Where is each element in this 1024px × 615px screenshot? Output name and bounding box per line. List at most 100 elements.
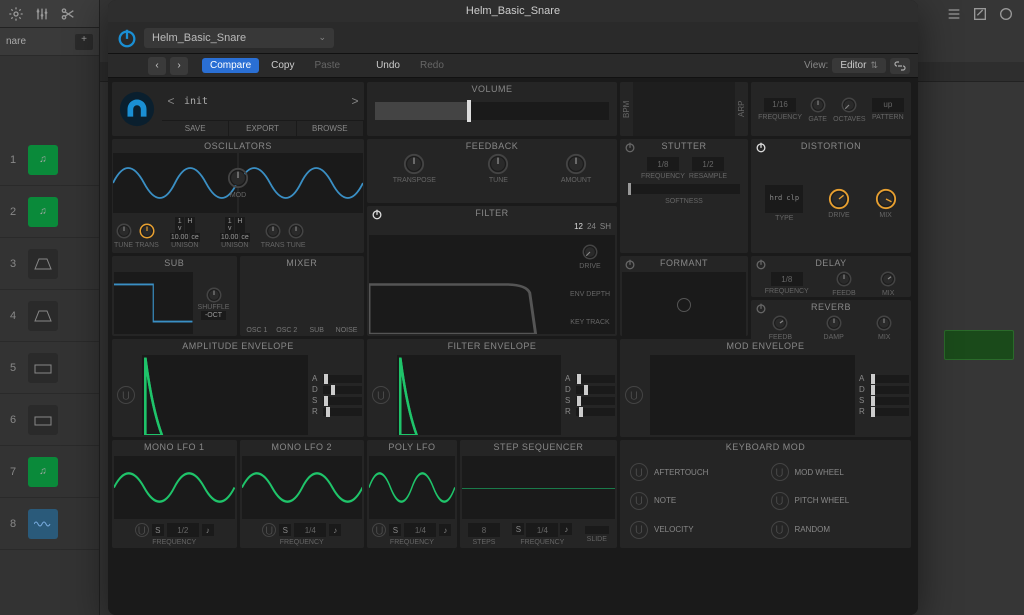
power-icon[interactable]	[116, 27, 138, 49]
mod-env-graph[interactable]	[650, 355, 855, 435]
osc1-trans-knob[interactable]	[138, 222, 156, 240]
preset-name-display[interactable]: init	[180, 96, 346, 107]
arp-rate[interactable]: 1/16	[764, 98, 796, 112]
prev-preset-button[interactable]: ‹	[148, 57, 166, 75]
seq-slide-slider[interactable]	[585, 526, 609, 534]
filt-attack-slider[interactable]	[576, 375, 615, 383]
volume-slider[interactable]	[375, 102, 609, 120]
osc1-wave-display[interactable]	[113, 153, 237, 213]
window-titlebar[interactable]: Helm_Basic_Snare	[108, 0, 918, 22]
formant-xy-pad[interactable]	[622, 272, 746, 336]
polylfo-note-icon[interactable]: ♪	[439, 524, 451, 536]
paste-button[interactable]: Paste	[307, 58, 349, 73]
filt-sustain-slider[interactable]	[576, 397, 615, 405]
reverb-power-icon[interactable]	[755, 302, 767, 314]
next-preset-button[interactable]: ›	[170, 57, 188, 75]
filt-env-graph[interactable]	[397, 355, 561, 435]
seq-note-icon[interactable]: ♪	[560, 523, 572, 535]
modwheel-mod-source[interactable]: ⋃	[771, 463, 789, 481]
lfo1-note-icon[interactable]: ♪	[202, 524, 214, 536]
osc2-trans-knob[interactable]	[264, 222, 282, 240]
track-row[interactable]: 7♫	[0, 446, 99, 498]
polylfo-sync-button[interactable]: S	[389, 524, 401, 536]
filt-release-slider[interactable]	[576, 408, 615, 416]
polylfo-rate[interactable]: 1/4	[404, 523, 436, 537]
delay-feedb-knob[interactable]	[835, 270, 853, 288]
filter-envdepth-slider[interactable]	[575, 281, 605, 289]
note-mod-source[interactable]: ⋃	[630, 492, 648, 510]
mod-env-mod-source[interactable]: ⋃	[625, 386, 643, 404]
track-row[interactable]: 6	[0, 394, 99, 446]
formant-power-icon[interactable]	[624, 258, 636, 270]
random-mod-source[interactable]: ⋃	[771, 521, 789, 539]
amp-env-graph[interactable]	[142, 355, 308, 435]
filter-type-selector[interactable]: 12 24 SH	[367, 220, 617, 233]
stutter-freq-rate[interactable]: 1/8	[647, 157, 679, 171]
distortion-type[interactable]: hrd clp	[765, 185, 803, 213]
add-track-button[interactable]: +	[75, 34, 93, 50]
velocity-mod-source[interactable]: ⋃	[630, 521, 648, 539]
polylfo-mod-source[interactable]: ⋃	[372, 523, 386, 537]
reverb-damp-knob[interactable]	[825, 314, 843, 332]
seq-graph[interactable]	[462, 456, 615, 519]
save-button[interactable]: SAVE	[162, 121, 229, 136]
osc1-unison[interactable]: 1 vH 10.00ce UNISON	[161, 217, 209, 249]
delay-power-icon[interactable]	[755, 258, 767, 270]
preset-dropdown[interactable]: Helm_Basic_Snare ⌄	[144, 28, 334, 48]
amp-attack-slider[interactable]	[323, 375, 362, 383]
link-button[interactable]	[890, 58, 910, 74]
fb-amount-knob[interactable]	[565, 153, 587, 175]
amp-sustain-slider[interactable]	[323, 397, 362, 405]
osc1-tune-knob[interactable]	[115, 222, 133, 240]
distortion-mix-knob[interactable]	[875, 188, 897, 210]
fb-tune-knob[interactable]	[487, 153, 509, 175]
lfo2-mod-source[interactable]: ⋃	[262, 523, 276, 537]
filt-decay-slider[interactable]	[576, 386, 615, 394]
view-dropdown[interactable]: Editor⇅	[832, 58, 886, 73]
osc-mod-knob[interactable]	[227, 167, 249, 189]
redo-button[interactable]: Redo	[412, 58, 452, 73]
loop-icon[interactable]	[998, 6, 1014, 22]
mod-decay-slider[interactable]	[870, 386, 909, 394]
midi-region[interactable]	[944, 330, 1014, 360]
lfo1-rate[interactable]: 1/2	[167, 523, 199, 537]
sub-oct-button[interactable]: -OCT	[201, 311, 226, 320]
scissors-icon[interactable]	[60, 6, 76, 22]
amp-env-mod-source[interactable]: ⋃	[117, 386, 135, 404]
track-row[interactable]: 3	[0, 238, 99, 290]
track-row[interactable]: 2♫	[0, 186, 99, 238]
amp-decay-slider[interactable]	[323, 386, 362, 394]
mod-sustain-slider[interactable]	[870, 397, 909, 405]
edit-icon[interactable]	[972, 6, 988, 22]
arp-octaves-knob[interactable]	[840, 96, 858, 114]
mod-release-slider[interactable]	[870, 408, 909, 416]
lfo2-rate[interactable]: 1/4	[294, 523, 326, 537]
browse-button[interactable]: BROWSE	[297, 121, 364, 136]
filter-graph[interactable]	[369, 235, 565, 334]
delay-rate[interactable]: 1/8	[771, 272, 803, 286]
mod-attack-slider[interactable]	[870, 375, 909, 383]
arp-gate-knob[interactable]	[809, 96, 827, 114]
filt-env-mod-source[interactable]: ⋃	[372, 386, 390, 404]
compare-button[interactable]: Compare	[202, 58, 259, 73]
lfo1-mod-source[interactable]: ⋃	[135, 523, 149, 537]
distortion-power-icon[interactable]	[755, 141, 767, 153]
lfo1-wave-display[interactable]	[114, 456, 235, 519]
filter-keytrack-slider[interactable]	[575, 309, 605, 317]
arp-pattern[interactable]: up	[872, 98, 904, 112]
gear-icon[interactable]	[8, 6, 24, 22]
preset-next-button[interactable]: >	[346, 94, 364, 108]
filter-power-icon[interactable]	[371, 208, 383, 220]
track-row[interactable]: 4	[0, 290, 99, 342]
export-button[interactable]: EXPORT	[229, 121, 296, 136]
preset-prev-button[interactable]: <	[162, 94, 180, 108]
seq-rate[interactable]: 1/4	[526, 523, 558, 537]
osc2-wave-display[interactable]	[239, 153, 363, 213]
osc2-unison[interactable]: 1 vH 10.00ce UNISON	[211, 217, 259, 249]
lfo2-note-icon[interactable]: ♪	[329, 524, 341, 536]
track-row[interactable]: 1♫	[0, 134, 99, 186]
list-icon[interactable]	[946, 6, 962, 22]
track-row[interactable]: 8	[0, 498, 99, 550]
fb-transpose-knob[interactable]	[403, 153, 425, 175]
stutter-power-icon[interactable]	[624, 141, 636, 153]
